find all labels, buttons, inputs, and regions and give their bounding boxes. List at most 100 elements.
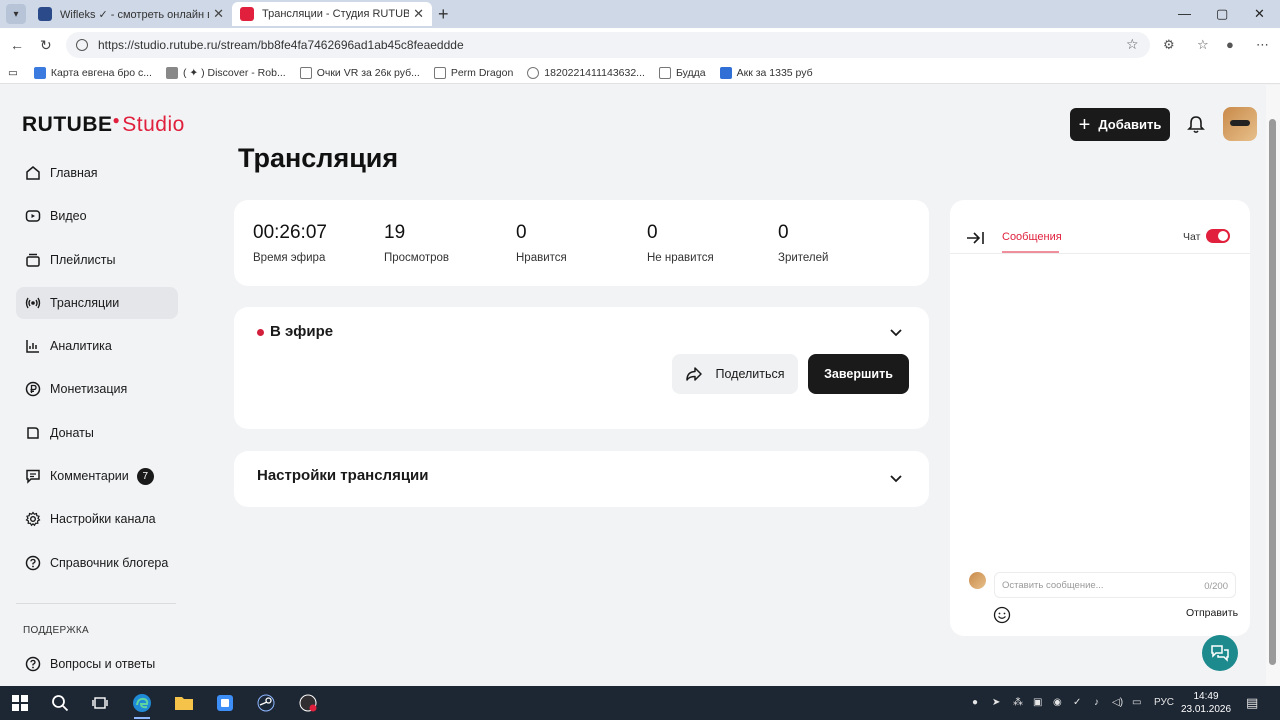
sidebar-item-home[interactable]: Главная	[16, 157, 178, 189]
close-tab-icon[interactable]: ✕	[213, 6, 224, 22]
send-message-button[interactable]: Отправить	[1186, 607, 1238, 619]
live-status-card: В эфире Поделиться Завершить	[234, 307, 929, 429]
notification-center-icon[interactable]: ▤	[1246, 695, 1258, 711]
reload-icon[interactable]: ↻	[40, 37, 52, 54]
close-tab-icon[interactable]: ✕	[413, 6, 424, 22]
site-info-icon[interactable]	[76, 39, 88, 51]
chat-message-input[interactable]: Оставить сообщение... 0/200	[994, 572, 1236, 598]
sidebar-item-playlists[interactable]: Плейлисты	[16, 244, 178, 276]
support-chat-button[interactable]	[1202, 635, 1238, 671]
url-field[interactable]: https://studio.rutube.ru/stream/bb8fe4fa…	[66, 32, 1150, 58]
bookmark-item[interactable]: Очки VR за 26к руб...	[299, 66, 420, 79]
browser-tab-active[interactable]: Трансляции - Студия RUTUBE ✕	[232, 2, 432, 26]
emoji-icon[interactable]	[993, 606, 1011, 624]
rutube-studio-logo[interactable]: RUTUBE●Studio	[22, 113, 185, 137]
new-tab-icon[interactable]: +	[438, 4, 449, 24]
maximize-icon[interactable]: ▢	[1216, 6, 1228, 22]
comments-count-badge: 7	[136, 467, 154, 485]
minimize-icon[interactable]: —	[1178, 6, 1191, 21]
chat-input-placeholder: Оставить сообщение...	[1002, 579, 1104, 591]
char-counter: 0/200	[1204, 581, 1228, 592]
profile-icon[interactable]: ●	[1226, 37, 1234, 52]
collapse-panel-icon[interactable]	[966, 230, 986, 246]
share-button[interactable]: Поделиться	[672, 354, 798, 394]
tray-app-icon[interactable]: ▣	[1033, 697, 1042, 708]
steam-icon[interactable]	[254, 691, 278, 715]
funpay-icon	[719, 66, 732, 79]
tab-actions-icon[interactable]: ▾	[6, 4, 26, 24]
bookmark-item[interactable]: Будда	[658, 66, 706, 79]
bookmarks-bar: ▭ Карта евгена бро с... ( ✦ ) Discover -…	[0, 62, 1280, 84]
chevron-down-icon[interactable]	[889, 327, 903, 337]
stat-likes: 0 Нравится	[516, 222, 567, 264]
bookmark-item[interactable]: Акк за 1335 руб	[719, 66, 813, 79]
system-clock[interactable]: 14:49 23.01.2026	[1180, 690, 1232, 716]
task-view-icon[interactable]	[88, 691, 112, 715]
tab-title: Wifleks ✓ - смотреть онлайн все	[60, 8, 210, 21]
obs-icon[interactable]	[296, 691, 320, 715]
playlist-icon	[24, 251, 42, 269]
add-button[interactable]: + Добавить	[1070, 108, 1170, 141]
edge-browser-icon[interactable]	[130, 691, 154, 719]
home-icon	[24, 164, 42, 182]
chat-toggle-label: Чат	[1183, 231, 1201, 243]
end-stream-button[interactable]: Завершить	[808, 354, 909, 394]
extensions-icon[interactable]: ⚙	[1163, 37, 1175, 53]
chat-header-divider	[950, 253, 1250, 254]
steam-tray-icon[interactable]: ✓	[1073, 697, 1081, 708]
sidebar-item-channel-settings[interactable]: Настройки канала	[16, 503, 178, 535]
network-activity-icon[interactable]: ⁂	[1013, 697, 1023, 708]
browser-tab[interactable]: Wifleks ✓ - смотреть онлайн все ✕	[30, 2, 232, 26]
sidebar-nav: Главная Видео Плейлисты Трансляции Анали…	[16, 157, 178, 590]
file-explorer-icon[interactable]	[172, 691, 196, 715]
bookmarks-menu-icon[interactable]: ▭	[8, 67, 18, 79]
stream-stats-card: 00:26:07 Время эфира 19 Просмотров 0 Нравит…	[234, 200, 929, 286]
stat-views: 19 Просмотров	[384, 222, 450, 264]
bookmark-item[interactable]: 1820221411143632...	[527, 66, 645, 79]
language-indicator[interactable]: РУС	[1154, 697, 1174, 708]
broadcast-icon	[24, 294, 42, 312]
bookmark-item[interactable]: Карта евгена бро с...	[33, 66, 152, 79]
volume-icon[interactable]: ◁)	[1112, 697, 1123, 708]
sidebar-item-blogger-guide[interactable]: Справочник блогера	[16, 547, 178, 579]
user-avatar[interactable]	[1223, 107, 1257, 141]
roblox-app-icon[interactable]	[213, 691, 237, 715]
windows-start-icon[interactable]	[8, 691, 32, 715]
more-menu-icon[interactable]: ⋯	[1256, 37, 1269, 53]
microphone-icon[interactable]: ♪	[1094, 697, 1099, 708]
page-scrollbar[interactable]	[1266, 85, 1280, 685]
telegram-tray-icon[interactable]: ➤	[992, 697, 1000, 708]
folder-icon	[433, 66, 446, 79]
battery-icon[interactable]: ▭	[1132, 697, 1141, 708]
sidebar-item-faq[interactable]: Вопросы и ответы	[16, 648, 178, 680]
sidebar-item-monetization[interactable]: Монетизация	[16, 373, 178, 405]
sidebar-item-donations[interactable]: Донаты	[16, 417, 178, 449]
sidebar-item-comments[interactable]: Комментарии 7	[16, 460, 178, 492]
stat-dislikes: 0 Не нравится	[647, 222, 714, 264]
tray-app-icon[interactable]: ●	[972, 697, 978, 708]
stream-settings-card[interactable]: Настройки трансляции	[234, 451, 929, 507]
favorites-icon[interactable]: ☆	[1197, 37, 1209, 53]
browser-tab-bar: ▾ Wifleks ✓ - смотреть онлайн все ✕ Тран…	[0, 0, 1280, 28]
tab-messages[interactable]: Сообщения	[1002, 231, 1062, 243]
chat-toggle[interactable]	[1206, 229, 1230, 243]
live-status-label: В эфире	[270, 323, 334, 340]
notifications-bell-icon[interactable]	[1186, 115, 1206, 135]
donate-icon	[24, 424, 42, 442]
folder-icon	[299, 66, 312, 79]
sidebar-item-video[interactable]: Видео	[16, 200, 178, 232]
sidebar-item-broadcasts[interactable]: Трансляции	[16, 286, 178, 319]
share-arrow-icon	[686, 367, 703, 381]
bookmark-item[interactable]: Perm Dragon	[433, 66, 513, 79]
chevron-down-icon[interactable]	[889, 473, 903, 483]
close-window-icon[interactable]: ✕	[1254, 6, 1265, 22]
url-text: https://studio.rutube.ru/stream/bb8fe4fa…	[98, 38, 464, 52]
browser-address-bar: ← ↻ https://studio.rutube.ru/stream/bb8f…	[0, 28, 1280, 62]
favorite-star-icon[interactable]: ☆	[1126, 36, 1139, 53]
tray-app-icon[interactable]: ◉	[1053, 697, 1062, 708]
bookmark-item[interactable]: ( ✦ ) Discover - Rob...	[165, 66, 286, 79]
search-icon[interactable]	[48, 691, 72, 715]
sidebar-item-analytics[interactable]: Аналитика	[16, 330, 178, 362]
back-icon[interactable]: ←	[10, 37, 24, 53]
analytics-icon	[24, 337, 42, 355]
